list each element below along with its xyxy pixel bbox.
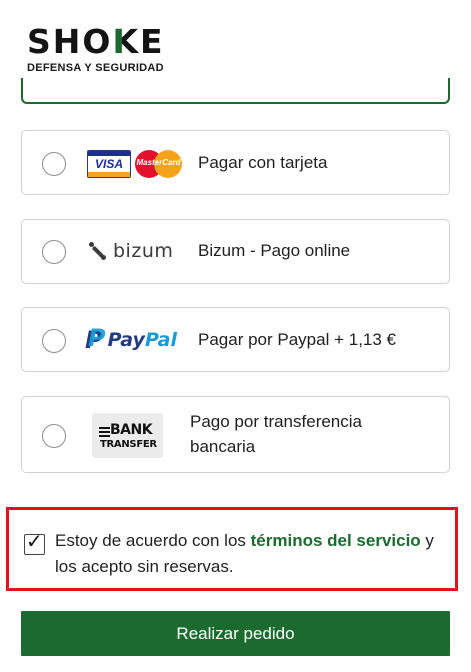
terms-checkbox[interactable]: ✓ [24,531,45,555]
logo-letter: H [52,22,81,61]
place-order-button[interactable]: Realizar pedido [21,611,450,656]
logo-tagline: DEFENSA Y SEGURIDAD [27,62,164,74]
payment-option-card[interactable]: VISA MasterCard Pagar con tarjeta [21,130,450,195]
mastercard-logo-icon: MasterCard [135,150,182,178]
shoke-logo[interactable]: S H O KK E DEFENSA Y SEGURIDAD [27,22,177,77]
payment-option-label: Pago por transferencia bancaria [190,412,362,456]
logo-letter: S [27,22,51,61]
bank-transfer-logo-icon: BANK TRANSFER [92,413,163,458]
terms-agreement-highlight: ✓ Estoy de acuerdo con los términos del … [6,507,458,591]
radio-bizum[interactable] [42,240,66,264]
payment-option-label: Pagar con tarjeta [198,153,328,172]
paypal-logo-icon: PP PayPal [85,324,177,354]
card-logos: VISA MasterCard [87,150,182,178]
logo-letter: O [82,22,111,61]
logo-letter: KK [112,22,139,61]
logo-letter: E [140,22,163,61]
visa-logo-icon: VISA [87,150,131,178]
payment-option-paypal[interactable]: PP PayPal Pagar por Paypal + 1,13 € [21,307,450,372]
radio-transfer[interactable] [42,424,66,448]
paypal-p-icon: PP [85,324,106,354]
bizum-logo-icon: bizum [89,238,173,264]
previous-field-box [21,78,450,104]
logo-wordmark: S H O KK E [27,22,163,61]
payment-option-label: Pagar por Paypal + 1,13 € [198,330,396,349]
payment-option-label: Bizum - Pago online [198,241,351,260]
terms-of-service-link[interactable]: términos del servicio [251,531,421,550]
bizum-mark-icon [89,242,107,260]
terms-text: Estoy de acuerdo con los términos del se… [55,531,434,576]
radio-paypal[interactable] [42,329,66,353]
payment-option-bizum[interactable]: bizum Bizum - Pago online [21,219,450,284]
payment-option-transfer[interactable]: BANK TRANSFER Pago por transferencia ban… [21,396,450,473]
checkmark-icon: ✓ [26,531,43,553]
radio-card[interactable] [42,152,66,176]
